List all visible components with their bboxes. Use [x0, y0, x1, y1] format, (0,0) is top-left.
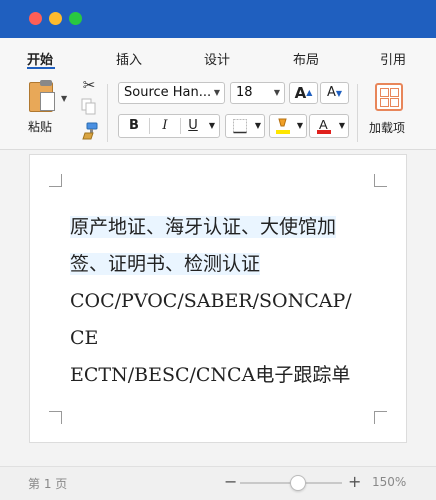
chevron-down-icon: ▼ — [254, 121, 262, 130]
addins-label[interactable]: 加载项 — [369, 119, 405, 136]
minimize-window-button[interactable] — [49, 12, 62, 25]
paintbrush-icon[interactable] — [80, 122, 100, 142]
ribbon-separator — [357, 84, 358, 142]
grow-font-label: A — [294, 84, 307, 102]
crop-mark — [49, 411, 62, 424]
paste-options-chevron-icon[interactable]: ▼ — [61, 94, 67, 103]
document-line: CE — [70, 327, 99, 349]
status-bar: 第 1 页 − + 150% — [0, 466, 436, 500]
arrow-up-icon: ▲ — [306, 88, 313, 97]
page-indicator: 第 1 页 — [28, 477, 68, 491]
font-family-value: Source Han... — [124, 85, 212, 100]
document-line: ECTN/BESC/CNCA电子跟踪单 — [70, 364, 351, 386]
zoom-in-button[interactable]: + — [348, 472, 361, 491]
chevron-down-icon: ▼ — [273, 88, 280, 97]
paste-button[interactable]: ▼ 粘贴 — [25, 80, 71, 138]
close-window-button[interactable] — [29, 12, 42, 25]
crop-mark — [49, 174, 62, 187]
active-tab-indicator — [27, 67, 55, 69]
font-family-select[interactable]: Source Han... ▼ — [118, 82, 225, 104]
chevron-down-icon: ▼ — [338, 121, 346, 130]
document-line: 签、证明书、检测认证 — [70, 253, 261, 275]
document-body[interactable]: 原产地证、海牙认证、大使馆加 签、证明书、检测认证 COC/PVOC/SABER… — [70, 209, 380, 394]
ribbon: 开始 插入 设计 布局 引用 ▼ 粘贴 ✂ Source Han... ▼ 18 — [0, 38, 436, 150]
window-titlebar — [0, 0, 436, 38]
paste-label: 粘贴 — [28, 120, 53, 134]
crop-mark — [374, 174, 387, 187]
zoom-slider-thumb[interactable] — [290, 475, 306, 491]
document-page[interactable]: 原产地证、海牙认证、大使馆加 签、证明书、检测认证 COC/PVOC/SABER… — [29, 154, 407, 443]
grow-font-button[interactable]: A▲ — [289, 82, 318, 104]
text-style-group: B I U ▼ — [118, 114, 220, 138]
shrink-font-label: A — [326, 85, 336, 100]
tab-home[interactable]: 开始 — [27, 49, 53, 68]
ribbon-separator — [107, 84, 108, 142]
clipboard-icon — [29, 80, 55, 112]
tab-design[interactable]: 设计 — [204, 49, 230, 68]
font-size-value: 18 — [236, 85, 253, 100]
bold-button[interactable]: B — [119, 115, 149, 137]
crop-mark — [374, 411, 387, 424]
font-color-icon: A — [312, 115, 336, 137]
underline-button[interactable]: U — [181, 115, 205, 137]
zoom-out-button[interactable]: − — [224, 472, 237, 491]
zoom-window-button[interactable] — [69, 12, 82, 25]
zoom-level: 150% — [372, 475, 407, 489]
font-color-button[interactable]: A ▼ — [309, 114, 349, 138]
tab-layout[interactable]: 布局 — [293, 49, 319, 68]
borders-icon — [228, 115, 252, 137]
italic-button[interactable]: I — [150, 115, 180, 137]
shrink-font-button[interactable]: A▼ — [320, 82, 349, 104]
chevron-down-icon: ▼ — [296, 121, 304, 130]
highlighter-icon — [272, 115, 294, 137]
document-line: 原产地证、海牙认证、大使馆加 — [70, 216, 337, 238]
highlight-button[interactable]: ▼ — [269, 114, 307, 138]
copy-icon[interactable] — [79, 98, 99, 118]
tab-insert[interactable]: 插入 — [116, 49, 142, 68]
svg-text:A: A — [319, 117, 328, 132]
document-line: COC/PVOC/SABER/SONCAP/ — [70, 290, 352, 312]
grid-icon[interactable] — [375, 83, 403, 111]
underline-options-chevron-icon[interactable]: ▼ — [205, 115, 219, 137]
scissors-icon[interactable]: ✂ — [79, 76, 99, 96]
chevron-down-icon: ▼ — [213, 88, 220, 97]
font-size-select[interactable]: 18 ▼ — [230, 82, 285, 104]
tab-references[interactable]: 引用 — [380, 49, 406, 68]
arrow-down-icon: ▼ — [335, 89, 343, 98]
borders-button[interactable]: ▼ — [225, 114, 265, 138]
